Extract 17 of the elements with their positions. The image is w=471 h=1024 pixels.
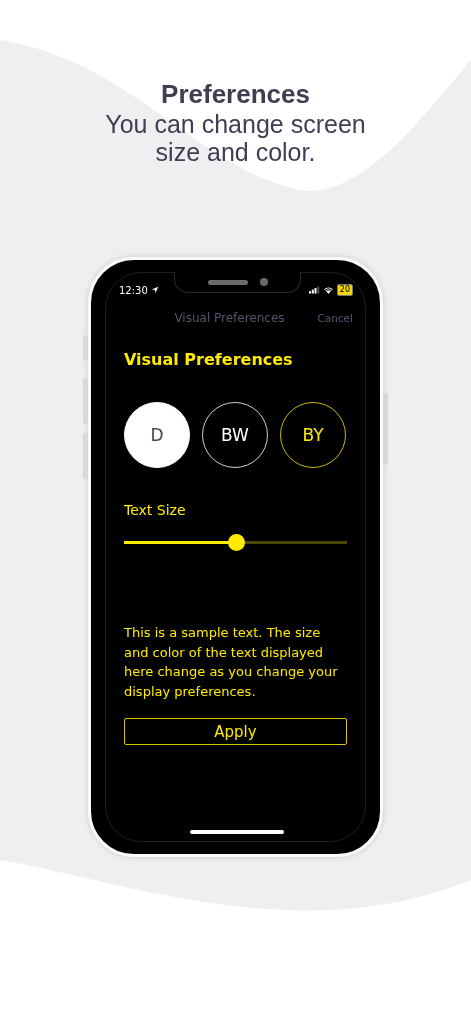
slider-thumb[interactable] xyxy=(227,533,245,551)
page-title: Preferences xyxy=(160,78,311,110)
theme-option[interactable]: BW xyxy=(202,402,268,468)
signal-icon xyxy=(308,286,320,294)
wifi-icon xyxy=(322,286,334,294)
theme-option[interactable]: BY xyxy=(280,402,346,468)
section-heading: Visual Preferences xyxy=(124,350,294,370)
nav-title: Visual Preferences xyxy=(174,311,285,325)
apply-button[interactable]: Apply xyxy=(124,718,347,745)
status-time: 12:30 xyxy=(119,284,148,296)
sample-text: This is a sample text. The size and color of the text displayed here change as you change your display preferences. xyxy=(124,624,339,701)
theme-option[interactable]: D xyxy=(124,402,190,468)
text-size-label: Text Size xyxy=(124,501,187,519)
text-size-slider[interactable] xyxy=(124,533,347,551)
location-icon xyxy=(150,286,159,294)
page-subtitle: You can change screen size and color. xyxy=(104,110,367,166)
battery-level: 20 xyxy=(336,284,353,296)
